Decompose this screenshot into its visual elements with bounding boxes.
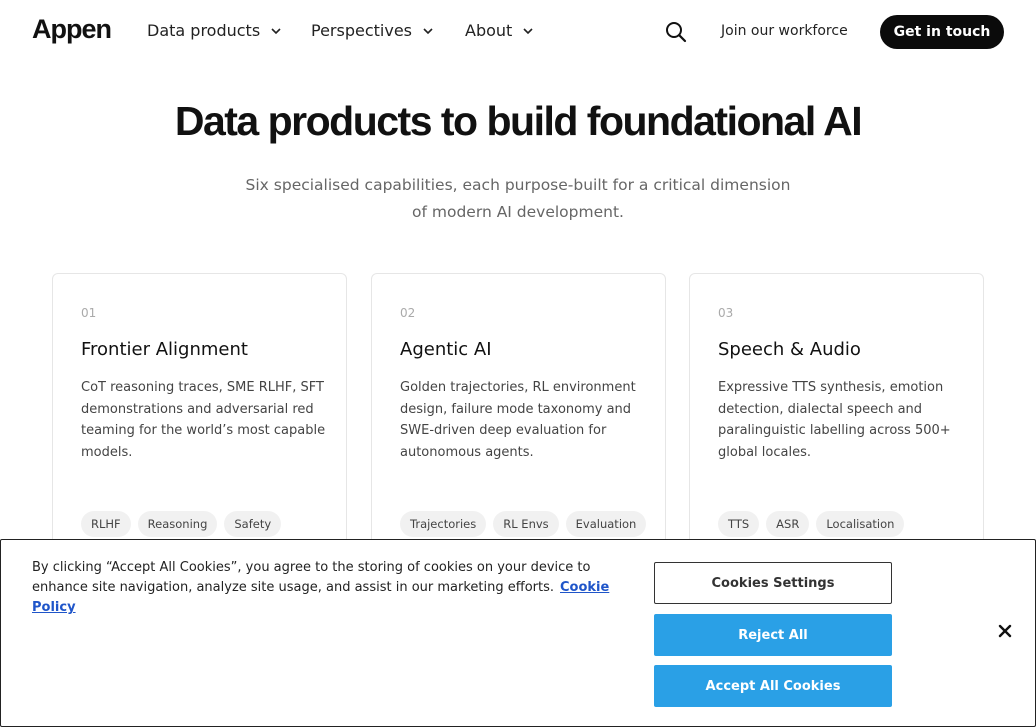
cookies-settings-button[interactable]: Cookies Settings [654,562,892,604]
card-number: 02 [400,306,416,320]
close-icon[interactable] [996,622,1014,640]
card-tags: RLHF Reasoning Safety [81,511,282,537]
page-title: Data products to build foundational AI [174,98,863,144]
card-number: 01 [81,306,97,320]
nav-item-label: Perspectives [311,21,412,40]
nav-item-data-products[interactable]: Data products [147,21,283,40]
card-title: Agentic AI [400,339,492,360]
nav-item-about[interactable]: About [465,21,535,40]
card-title: Frontier Alignment [81,339,248,360]
card-number: 03 [718,306,734,320]
top-nav: Appen Data products Perspectives About J… [0,0,1036,64]
nav-item-label: About [465,21,513,40]
tag[interactable]: Trajectories [400,511,487,537]
card-description: Golden trajectories, RL environment desi… [400,380,636,461]
tag[interactable]: Localisation [816,511,905,537]
hero-subtitle-line: of modern AI development. [412,203,624,221]
chevron-down-icon [271,27,281,34]
nav-item-label: Data products [147,21,261,40]
logo[interactable]: Appen [32,14,112,45]
tag[interactable]: TTS [718,511,760,537]
accept-all-cookies-button[interactable]: Accept All Cookies [654,665,892,707]
card-tags: Trajectories RL Envs Evaluation [400,511,647,537]
product-card-frontier-alignment[interactable]: 01 Frontier Alignment CoT reasoning trac… [52,273,347,573]
card-description: Expressive TTS synthesis, emotion detect… [718,380,951,461]
join-workforce-link[interactable]: Join our workforce [721,23,848,39]
chevron-down-icon [423,27,433,34]
card-description: CoT reasoning traces, SME RLHF, SFT demo… [81,380,326,461]
tag[interactable]: RL Envs [493,511,559,537]
product-card-speech-audio[interactable]: 03 Speech & Audio Expressive TTS synthes… [689,273,984,573]
chevron-down-icon [523,27,533,34]
card-title: Speech & Audio [718,339,861,360]
nav-item-perspectives[interactable]: Perspectives [311,21,435,40]
get-in-touch-button[interactable]: Get in touch [880,15,1004,49]
cookie-message: By clicking “Accept All Cookies”, you ag… [32,560,591,595]
product-card-agentic-ai[interactable]: 02 Agentic AI Golden trajectories, RL en… [371,273,666,573]
tag[interactable]: Safety [224,511,282,537]
tag[interactable]: RLHF [81,511,131,537]
reject-all-button[interactable]: Reject All [654,614,892,656]
tag[interactable]: Evaluation [565,511,647,537]
search-icon[interactable] [664,20,688,44]
hero-subtitle-line: Six specialised capabilities, each purpo… [245,176,791,194]
card-tags: TTS ASR Localisation [718,511,905,537]
tag[interactable]: ASR [766,511,810,537]
cookie-banner: By clicking “Accept All Cookies”, you ag… [0,539,1036,727]
tag[interactable]: Reasoning [137,511,218,537]
hero-subtitle: Six specialised capabilities, each purpo… [218,172,818,226]
cookie-text: By clicking “Accept All Cookies”, you ag… [32,558,632,618]
page: Appen Data products Perspectives About J… [0,0,1036,727]
